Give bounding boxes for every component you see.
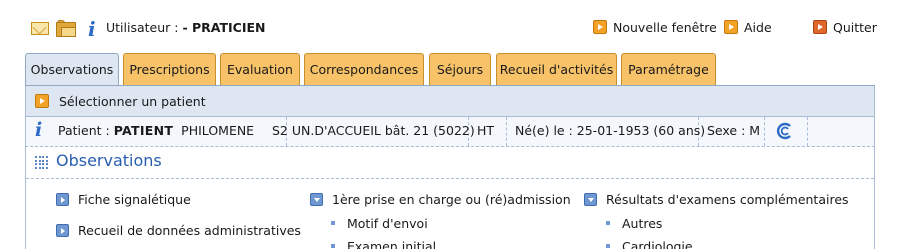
mail-icon[interactable] [31, 22, 49, 35]
patient-birth: Né(e) le : 25-01-1953 (60 ans) [507, 117, 705, 146]
patient-name: Patient : PATIENT PHILOMENE [50, 117, 287, 146]
patient-unit: S2 UN.D'ACCUEIL bât. 21 (5022) [264, 117, 475, 146]
observations-title: Observations [56, 151, 162, 170]
recueil-donnees-label: Recueil de données administratives [78, 223, 301, 238]
user-label: Utilisateur : - PRATICIEN [106, 20, 266, 35]
observations-header: Observations [26, 147, 874, 179]
examen-initial-link[interactable]: Examen initial [331, 239, 436, 249]
quit-label: Quitter [833, 20, 877, 35]
new-window-label: Nouvelle fenêtre [613, 20, 717, 35]
red-arrow-icon [813, 20, 827, 34]
top-bar: i Utilisateur : - PRATICIEN Nouvelle fen… [0, 0, 900, 56]
patient-sex: Sexe : M [699, 117, 765, 146]
premiere-prise-label: 1ère prise en charge ou (ré)admission [332, 192, 571, 207]
orange-arrow-icon [724, 20, 738, 34]
bullet-icon [331, 244, 335, 248]
tab-sejours[interactable]: Séjours [429, 53, 491, 85]
tab-observations[interactable]: Observations [25, 53, 119, 86]
select-patient-link[interactable]: Sélectionner un patient [59, 94, 206, 109]
autres-link[interactable]: Autres [606, 216, 662, 231]
patient-label: Patient : [58, 123, 114, 138]
resultats-examens-toggle[interactable]: Résultats d'examens complémentaires [584, 192, 849, 207]
fiche-signaletique-link[interactable]: Fiche signalétique [56, 192, 191, 207]
folder-icon[interactable] [56, 20, 76, 37]
orange-arrow-icon [593, 20, 607, 34]
bullet-icon [606, 221, 610, 225]
blue-chevron-down-icon [310, 193, 323, 206]
resultats-examens-label: Résultats d'examens complémentaires [606, 192, 849, 207]
select-patient-bar: Sélectionner un patient [25, 85, 875, 117]
bullet-icon [331, 221, 335, 225]
patient-last-name: PATIENT [113, 123, 174, 138]
cardiologie-link[interactable]: Cardiologie [606, 239, 693, 249]
help-label: Aide [744, 20, 772, 35]
c-logo-icon[interactable] [774, 121, 796, 141]
tab-correspondances[interactable]: Correspondances [304, 53, 424, 85]
premiere-prise-en-charge-toggle[interactable]: 1ère prise en charge ou (ré)admission [310, 192, 571, 207]
autres-label: Autres [622, 216, 663, 231]
info-icon: i [88, 17, 96, 41]
user-label-text: Utilisateur : [106, 20, 183, 35]
motif-envoi-label: Motif d'envoi [347, 216, 428, 231]
cardiologie-label: Cardiologie [622, 239, 693, 249]
help-link[interactable]: Aide [724, 20, 772, 35]
recueil-donnees-link[interactable]: Recueil de données administratives [56, 223, 301, 238]
tab-parametrage[interactable]: Paramétrage [621, 53, 716, 85]
quit-link[interactable]: Quitter [813, 20, 877, 35]
patient-info-bar: i Patient : PATIENT PHILOMENE S2 UN.D'AC… [25, 117, 875, 147]
tab-evaluation[interactable]: Evaluation [220, 53, 300, 85]
tab-recueil-activites[interactable]: Recueil d'activités [496, 53, 617, 85]
bullet-icon [606, 244, 610, 248]
patient-code: HT [469, 117, 507, 146]
examen-initial-label: Examen initial [347, 239, 437, 249]
blue-arrow-icon [56, 193, 69, 206]
info-icon: i [35, 119, 43, 141]
grid-icon [35, 156, 48, 169]
blue-arrow-icon [56, 224, 69, 237]
orange-arrow-icon[interactable] [35, 94, 49, 108]
patient-first-name: PHILOMENE [181, 123, 255, 138]
fiche-signaletique-label: Fiche signalétique [78, 192, 191, 207]
tab-prescriptions[interactable]: Prescriptions [123, 53, 216, 85]
observations-panel: Observations Fiche signalétique Recueil … [25, 147, 875, 249]
blue-chevron-down-icon [584, 193, 597, 206]
new-window-link[interactable]: Nouvelle fenêtre [593, 20, 717, 35]
motif-envoi-link[interactable]: Motif d'envoi [331, 216, 428, 231]
user-name: - PRATICIEN [182, 20, 266, 35]
